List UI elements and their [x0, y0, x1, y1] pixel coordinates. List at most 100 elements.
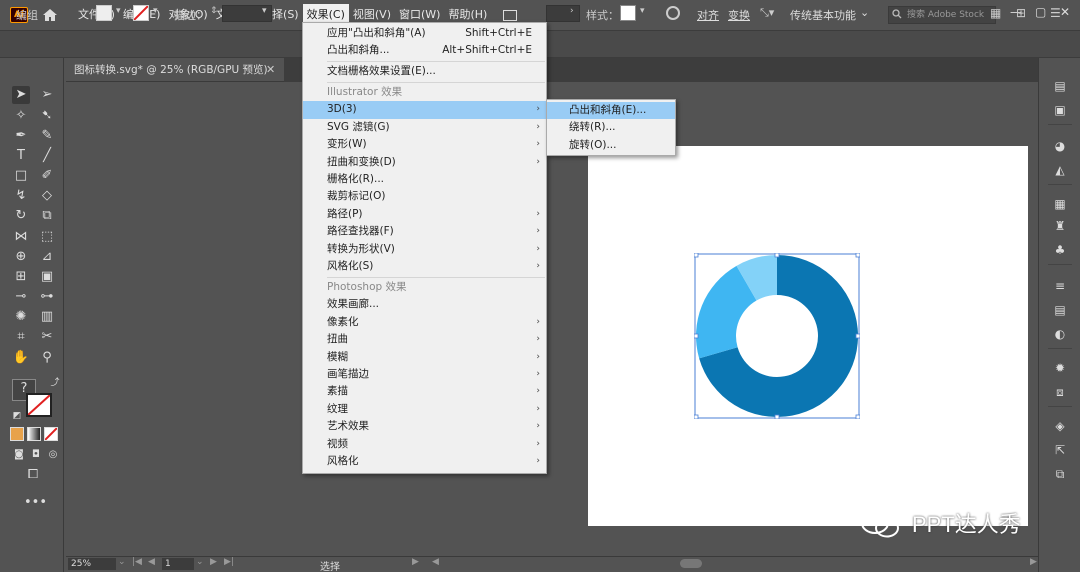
gradient-panel-icon[interactable]: ▤ [1052, 302, 1068, 318]
screen-mode-icon[interactable]: ⧠ [24, 466, 42, 484]
line-tool-icon[interactable]: ╱ [38, 147, 56, 165]
chevron-down-icon[interactable]: ▾ [116, 6, 121, 16]
swatches-panel-icon[interactable]: ▦ [1052, 196, 1068, 212]
menu-item-stylize-illustrator[interactable]: 风格化(S) › [303, 258, 546, 275]
chevron-down-icon[interactable]: ▾ [153, 6, 158, 16]
hand-tool-icon[interactable]: ✋ [12, 349, 30, 367]
color-panel-icon[interactable]: ◕ [1052, 138, 1068, 154]
properties-panel-icon[interactable]: ▤ [1052, 78, 1068, 94]
panel-layout-icon[interactable]: ▦ [990, 6, 1001, 20]
menu-item-video[interactable]: 视频 › [303, 436, 546, 453]
symbols-panel-icon[interactable]: ♣ [1052, 242, 1068, 258]
chevron-down-icon[interactable]: ▾ [262, 6, 267, 16]
symbol-sprayer-icon[interactable]: ✺ [12, 308, 30, 326]
swap-colors-icon[interactable]: ⤴ [46, 374, 64, 392]
workspace-switcher[interactable]: 传统基本功能 [790, 7, 856, 23]
zoom-tool-icon[interactable]: ⚲ [38, 349, 56, 367]
menu-item-brush-strokes[interactable]: 画笔描边 › [303, 366, 546, 383]
stroke-stepper-icon[interactable]: ⇕ [210, 6, 218, 16]
stock-search-input[interactable]: 搜索 Adobe Stock [888, 6, 996, 24]
document-tab[interactable]: 图标转换.svg* @ 25% (RGB/GPU 预览) [66, 58, 284, 82]
last-artboard-icon[interactable]: ▶| [224, 557, 234, 567]
opacity-field[interactable] [546, 5, 580, 22]
chevron-down-icon[interactable]: ⌄ [118, 557, 126, 567]
paintbrush-icon[interactable]: ✐ [38, 167, 56, 185]
previous-artboard-icon[interactable]: ◀ [148, 557, 155, 567]
draw-behind-icon[interactable]: ◘ [27, 446, 45, 464]
artboard-number-field[interactable]: 1 [162, 558, 194, 570]
column-graph-icon[interactable]: ▥ [38, 308, 56, 326]
menu-item-distort-transform[interactable]: 扭曲和变换(D) › [303, 154, 546, 171]
layers-panel-icon[interactable]: ◈ [1052, 418, 1068, 434]
scroll-right-icon[interactable]: ▶ [1030, 557, 1037, 567]
graphic-style-swatch[interactable] [620, 5, 636, 21]
rectangle-tool-icon[interactable]: □ [12, 167, 30, 185]
color-mode-icon[interactable] [10, 427, 24, 441]
graphic-styles-icon[interactable]: ⧈ [1052, 384, 1068, 400]
menu-item-raster-settings[interactable]: 文档栅格效果设置(E)... [303, 63, 546, 80]
menu-item-apply-extrude[interactable]: 应用"凸出和斜角"(A) Shift+Ctrl+E [303, 25, 546, 42]
gradient-tool-icon[interactable]: ▣ [38, 268, 56, 286]
default-colors-icon[interactable]: ◩ [8, 407, 26, 425]
type-tool-icon[interactable]: T [12, 147, 30, 165]
menu-item-pathfinder[interactable]: 路径查找器(F) › [303, 223, 546, 240]
artboards-panel-icon[interactable]: ⧉ [1052, 466, 1068, 482]
stroke-swatch[interactable] [133, 5, 149, 21]
panel-menu-icon[interactable]: ☰ [1050, 6, 1061, 20]
transform-options-icon[interactable]: ⤡▾ [760, 6, 774, 20]
libraries-panel-icon[interactable]: ▣ [1052, 102, 1068, 118]
chevron-down-icon[interactable]: ⌄ [860, 6, 869, 19]
home-icon[interactable] [42, 7, 58, 23]
shape-builder-icon[interactable]: ⊕ [12, 248, 30, 266]
transform-link[interactable]: 变换 [728, 7, 750, 23]
none-mode-icon[interactable] [44, 427, 58, 441]
chevron-down-icon[interactable]: ⌄ [196, 557, 204, 567]
close-window-button[interactable]: ✕ [1060, 5, 1070, 19]
export-panel-icon[interactable]: ⇱ [1052, 442, 1068, 458]
artboard-tool-icon[interactable]: ⌗ [12, 328, 30, 346]
menu-item-path[interactable]: 路径(P) › [303, 206, 546, 223]
recolor-artwork-icon[interactable] [666, 6, 680, 20]
submenu-item-revolve[interactable]: 绕转(R)... [547, 119, 675, 136]
arrange-documents-icon[interactable] [503, 9, 518, 21]
selection-tool-icon[interactable]: ➤ [12, 86, 30, 104]
first-artboard-icon[interactable]: |◀ [132, 557, 142, 567]
menu-item-artistic[interactable]: 艺术效果 › [303, 418, 546, 435]
menu-item-texture[interactable]: 纹理 › [303, 401, 546, 418]
scroll-left-icon[interactable]: ◀ [432, 557, 439, 567]
close-tab-icon[interactable]: ✕ [266, 63, 275, 76]
edit-toolbar-icon[interactable]: ••• [24, 494, 47, 512]
fill-swatch[interactable] [96, 5, 112, 21]
stroke-label[interactable]: 描边： [174, 7, 207, 23]
menu-item-convert-to-shape[interactable]: 转换为形状(V) › [303, 241, 546, 258]
draw-normal-icon[interactable]: ◙ [10, 446, 28, 464]
menu-item-pixelate[interactable]: 像素化 › [303, 314, 546, 331]
menu-item-sketch[interactable]: 素描 › [303, 383, 546, 400]
lasso-icon[interactable]: ➷ [38, 107, 56, 125]
mesh-tool-icon[interactable]: ⊞ [12, 268, 30, 286]
transparency-panel-icon[interactable]: ◐ [1052, 326, 1068, 342]
next-artboard-icon[interactable]: ▶ [210, 557, 217, 567]
scale-tool-icon[interactable]: ⧉ [38, 207, 56, 225]
status-menu-icon[interactable]: ▶ [412, 557, 419, 567]
zoom-level-field[interactable]: 25% [68, 558, 116, 570]
draw-inside-icon[interactable]: ◎ [44, 446, 62, 464]
pen-tool-icon[interactable]: ✒ [12, 127, 30, 145]
chevron-down-icon[interactable]: ▾ [640, 6, 645, 16]
curvature-tool-icon[interactable]: ✎ [38, 127, 56, 145]
brushes-panel-icon[interactable]: ♜ [1052, 218, 1068, 234]
menu-item-distort[interactable]: 扭曲 › [303, 331, 546, 348]
horizontal-scrollbar-thumb[interactable] [680, 559, 702, 568]
menu-item-extrude-bevel[interactable]: 凸出和斜角... Alt+Shift+Ctrl+E [303, 42, 546, 59]
direct-selection-tool-icon[interactable]: ➢ [38, 86, 56, 104]
donut-artwork[interactable] [694, 253, 860, 419]
shaper-tool-icon[interactable]: ↯ [12, 187, 30, 205]
submenu-item-rotate[interactable]: 旋转(O)... [547, 137, 675, 154]
menu-item-effect-gallery[interactable]: 效果画廊... [303, 296, 546, 313]
magic-wand-icon[interactable]: ✧ [12, 107, 30, 125]
menu-item-warp[interactable]: 变形(W) › [303, 136, 546, 153]
panel-options-icon[interactable]: ⊞ [1016, 6, 1026, 20]
perspective-grid-icon[interactable]: ⊿ [38, 248, 56, 266]
gradient-mode-icon[interactable] [27, 427, 41, 441]
stroke-panel-icon[interactable]: ≡ [1052, 278, 1068, 294]
